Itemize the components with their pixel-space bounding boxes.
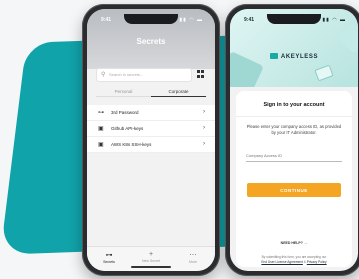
status-time: 9:41 xyxy=(101,17,112,23)
tabbar-item-more[interactable]: ⋯ More xyxy=(173,251,213,264)
need-help-link[interactable]: NEED HELP? → xyxy=(236,241,352,245)
brand-logo: AKEYLESS xyxy=(258,53,330,60)
more-icon: ⋯ xyxy=(189,252,197,259)
phone-signin: 9:41 ▮▮ ◠ ▬ AKEYLESS Sign in to your acc… xyxy=(225,4,359,276)
decorative-card-icon xyxy=(314,64,334,82)
page-title: Secrets xyxy=(136,37,166,46)
plus-icon: + xyxy=(148,251,154,258)
bottom-tab-bar: ⊶ Secrets + New Secret ⋯ More xyxy=(87,246,215,271)
signin-title: Sign in to your account xyxy=(263,102,325,108)
tabbar-item-new-secret[interactable]: + New Secret xyxy=(131,251,171,263)
key-icon: ⊶ xyxy=(98,110,104,116)
logo-icon xyxy=(269,53,278,59)
list-item[interactable]: ⊶ 3rd Password › xyxy=(87,105,215,121)
legal-and: & xyxy=(303,260,306,264)
chevron-right-icon: › xyxy=(203,109,205,115)
status-icons: ▮▮ ◠ ▬ xyxy=(322,17,346,23)
tab-personal[interactable]: Personal xyxy=(96,89,151,97)
signin-instructions: Please enter your company access ID, as … xyxy=(246,124,342,135)
secrets-screen: 9:41 ▮▮ ◠ ▬ Secrets ⚲ Search in secrets.… xyxy=(87,9,215,271)
brand-name: AKEYLESS xyxy=(280,54,319,60)
status-time: 9:41 xyxy=(244,17,255,23)
credential-card-icon: ▣ xyxy=(98,126,104,132)
privacy-policy-link[interactable]: Privacy Policy xyxy=(307,260,327,264)
continue-button[interactable]: CONTINUE xyxy=(247,183,341,197)
signin-screen: 9:41 ▮▮ ◠ ▬ AKEYLESS Sign in to your acc… xyxy=(230,9,358,271)
eula-link[interactable]: End User License Agreement xyxy=(261,260,302,264)
chevron-right-icon: › xyxy=(203,141,205,147)
tabbar-label: New Secret xyxy=(141,259,161,263)
search-input[interactable]: ⚲ Search in secrets... xyxy=(96,68,192,82)
search-placeholder: Search in secrets... xyxy=(109,72,144,77)
tabbar-label: Secrets xyxy=(103,260,115,264)
divider xyxy=(236,116,352,117)
status-icons: ▮▮ ◠ ▬ xyxy=(179,17,203,23)
phone-notch xyxy=(124,14,178,24)
secrets-list: ⊶ 3rd Password › ▣ Github API-keys › ▣ A… xyxy=(87,105,215,153)
list-item-label: Github API-keys xyxy=(111,126,144,131)
chevron-right-icon: › xyxy=(203,125,205,131)
grid-view-icon[interactable] xyxy=(197,70,205,78)
home-indicator xyxy=(131,266,171,268)
decorative-shape xyxy=(337,22,358,54)
list-item-label: AWS K8s SSH-keys xyxy=(111,142,152,147)
access-id-input[interactable] xyxy=(246,149,342,162)
phone-notch xyxy=(267,14,321,24)
key-icon: ⊶ xyxy=(105,252,113,259)
list-item[interactable]: ▣ Github API-keys › xyxy=(87,121,215,137)
tabbar-item-secrets[interactable]: ⊶ Secrets xyxy=(89,251,129,264)
legal-text: By submitting this form, you are accepti… xyxy=(242,255,346,265)
secret-type-tabs: Personal Corporate xyxy=(96,89,206,99)
list-item-label: 3rd Password xyxy=(111,110,139,115)
legal-prefix: By submitting this form, you are accepti… xyxy=(261,255,327,259)
list-item[interactable]: ▣ AWS K8s SSH-keys › xyxy=(87,137,215,153)
signin-card: Sign in to your account Please enter you… xyxy=(236,91,352,267)
tab-corporate[interactable]: Corporate xyxy=(151,89,206,97)
tabbar-label: More xyxy=(189,260,197,264)
credential-card-icon: ▣ xyxy=(98,142,104,148)
search-icon: ⚲ xyxy=(101,72,106,78)
phone-secrets: 9:41 ▮▮ ◠ ▬ Secrets ⚲ Search in secrets.… xyxy=(82,4,220,276)
